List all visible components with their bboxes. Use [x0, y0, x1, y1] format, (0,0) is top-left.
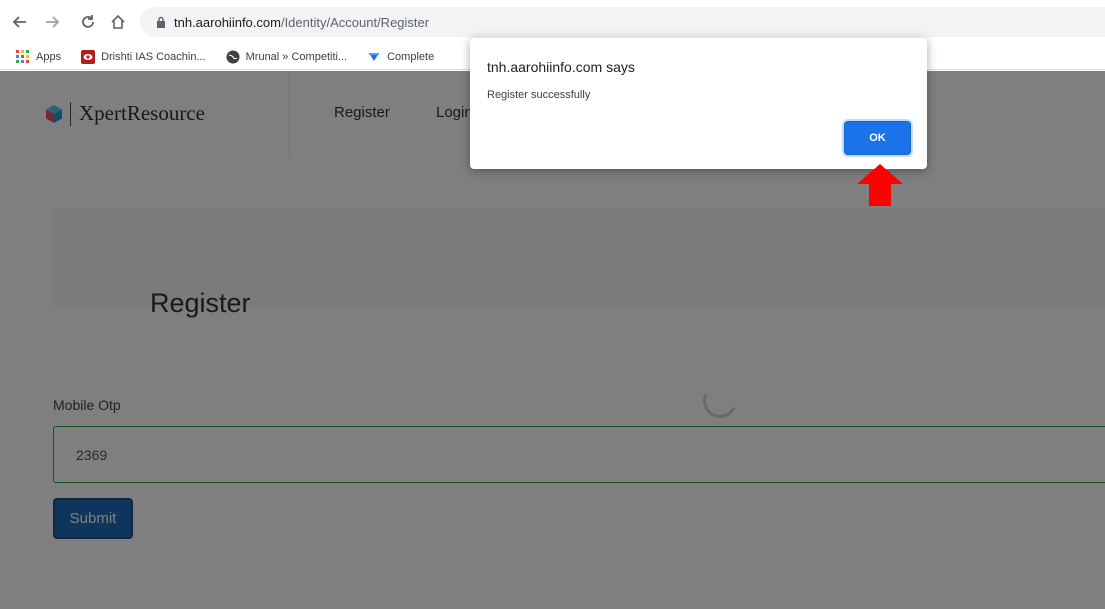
dialog-title: tnh.aarohiinfo.com says: [487, 59, 635, 75]
dialog-message: Register successfully: [487, 89, 591, 101]
bookmark-label: Apps: [36, 50, 62, 63]
bookmark-mrunal[interactable]: Mrunal » Competiti...: [226, 50, 347, 64]
apps-grid-icon: [16, 49, 29, 63]
forward-button[interactable]: [38, 8, 66, 36]
globe-icon: [226, 50, 240, 63]
url-host: tnh.aarohiinfo.com: [174, 14, 281, 30]
bookmark-label: Complete: [387, 50, 435, 63]
complete-favicon: [369, 52, 380, 61]
back-button[interactable]: [6, 8, 34, 36]
bookmark-complete[interactable]: Complete: [367, 50, 434, 64]
bookmark-label: Drishti IAS Coachin...: [101, 50, 206, 63]
red-arrow-icon: [857, 164, 903, 206]
url-path: /Identity/Account/Register: [280, 14, 430, 30]
home-button[interactable]: [104, 8, 132, 36]
address-bar[interactable]: tnh.aarohiinfo.com/Identity/Account/Regi…: [140, 7, 1105, 37]
bookmark-label: Mrunal » Competiti...: [245, 50, 348, 63]
ok-button[interactable]: OK: [844, 121, 911, 155]
reload-icon: [82, 15, 94, 28]
reload-button[interactable]: [74, 8, 102, 36]
bookmark-apps[interactable]: Apps: [16, 49, 62, 64]
arrow-right-icon: [46, 16, 60, 28]
home-icon: [111, 14, 125, 29]
arrow-left-icon: [12, 16, 26, 28]
drishti-favicon: [81, 49, 96, 64]
lock-icon: [157, 16, 165, 28]
bookmark-drishti[interactable]: Drishti IAS Coachin...: [81, 49, 206, 64]
alert-dialog: tnh.aarohiinfo.com says Register success…: [470, 38, 927, 169]
